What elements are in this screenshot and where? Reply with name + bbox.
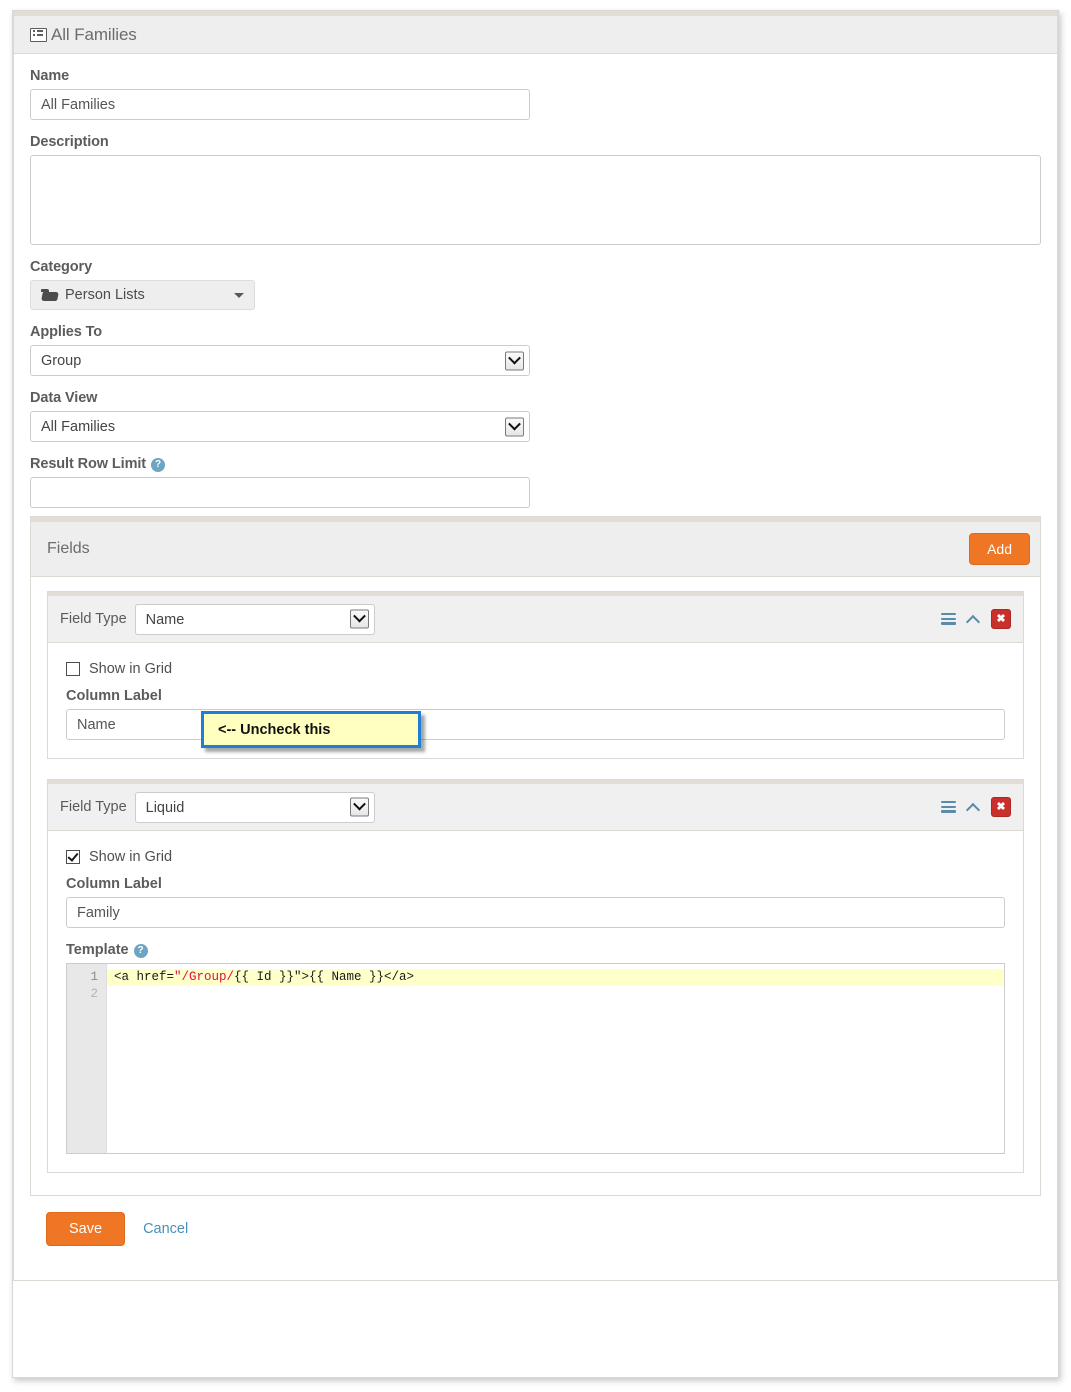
line-number: 2 (67, 986, 106, 1003)
code-token-string: "/Group/ (174, 970, 234, 984)
fields-panel-body: Field Type Name ✖ (31, 577, 1040, 1195)
page-title: All Families (30, 25, 137, 45)
show-in-grid-row: Show in Grid (66, 659, 1005, 679)
chevron-down-icon (350, 610, 369, 629)
chevron-up-icon[interactable] (967, 801, 980, 814)
panel-body: Name Description Category Person Lists (14, 54, 1057, 1280)
panel-heading: All Families (14, 16, 1057, 54)
fields-panel: Fields Add Field Type Name (30, 516, 1041, 1196)
name-label: Name (30, 68, 1041, 84)
code-gutter: 1 2 (67, 964, 107, 1153)
result-row-limit-input[interactable] (30, 477, 530, 508)
applies-to-form-group: Applies To Group (30, 324, 1041, 376)
result-row-limit-label: Result Row Limit? (30, 456, 1041, 472)
field-widget-actions: ✖ (941, 609, 1011, 629)
data-view-select[interactable]: All Families (30, 411, 530, 442)
show-in-grid-checkbox[interactable] (66, 850, 80, 864)
field-widget-header: Field Type Name ✖ (48, 596, 1023, 643)
field-type-label: Field Type (60, 799, 127, 815)
add-field-button[interactable]: Add (969, 533, 1030, 565)
show-in-grid-label: Show in Grid (89, 661, 172, 677)
name-form-group: Name (30, 68, 1041, 120)
category-value: Person Lists (65, 287, 145, 303)
save-button[interactable]: Save (46, 1212, 125, 1246)
fields-panel-heading: Fields Add (31, 522, 1040, 577)
delete-field-button[interactable]: ✖ (991, 797, 1011, 817)
field-widget-body: Show in Grid Column Label (48, 643, 1023, 758)
show-in-grid-label: Show in Grid (89, 849, 172, 865)
description-form-group: Description (30, 134, 1041, 245)
data-view-value: All Families (30, 411, 530, 442)
category-form-group: Category Person Lists (30, 259, 1041, 310)
category-picker-button[interactable]: Person Lists (30, 280, 255, 310)
chevron-down-icon (505, 351, 524, 370)
main-panel: All Families Name Description Category (13, 11, 1058, 1281)
applies-to-select[interactable]: Group (30, 345, 530, 376)
field-widget-liquid: Field Type Liquid ✖ (47, 779, 1024, 1173)
page-frame: All Families Name Description Category (12, 10, 1059, 1378)
field-type-value: Liquid (135, 792, 375, 823)
code-token: {{ Id }}">{{ Name }}</a> (234, 970, 414, 984)
field-type-select[interactable]: Name (135, 604, 375, 635)
show-in-grid-checkbox[interactable] (66, 662, 80, 676)
folder-open-icon (41, 289, 57, 301)
help-icon[interactable]: ? (134, 944, 148, 958)
column-label-label: Column Label (66, 876, 1005, 892)
delete-field-button[interactable]: ✖ (991, 609, 1011, 629)
fields-panel-title: Fields (47, 540, 90, 558)
help-icon[interactable]: ? (151, 458, 165, 472)
page-title-text: All Families (51, 25, 137, 45)
field-widget-name: Field Type Name ✖ (47, 591, 1024, 759)
field-widget-actions: ✖ (941, 797, 1011, 817)
column-label-label: Column Label (66, 688, 1005, 704)
description-textarea[interactable] (30, 155, 1041, 245)
result-row-limit-form-group: Result Row Limit? (30, 456, 1041, 508)
list-icon (30, 28, 47, 42)
applies-to-value: Group (30, 345, 530, 376)
caret-down-icon (234, 293, 244, 298)
field-type-label: Field Type (60, 611, 127, 627)
template-label: Template? (66, 942, 1005, 958)
applies-to-label: Applies To (30, 324, 1041, 340)
code-line: <a href="/Group/{{ Id }}">{{ Name }}</a> (107, 969, 1004, 986)
cancel-button[interactable]: Cancel (143, 1221, 188, 1237)
field-type-value: Name (135, 604, 375, 635)
chevron-up-icon[interactable] (967, 613, 980, 626)
column-label-input[interactable] (66, 897, 1005, 928)
data-view-form-group: Data View All Families (30, 390, 1041, 442)
field-type-select[interactable]: Liquid (135, 792, 375, 823)
field-widget-body: Show in Grid Column Label Template? 1 2 (48, 831, 1023, 1172)
form-actions: Save Cancel (30, 1196, 1041, 1264)
chevron-down-icon (505, 417, 524, 436)
reorder-icon[interactable] (941, 801, 956, 813)
result-row-limit-label-text: Result Row Limit (30, 456, 146, 472)
chevron-down-icon (350, 798, 369, 817)
reorder-icon[interactable] (941, 613, 956, 625)
code-lines[interactable]: <a href="/Group/{{ Id }}">{{ Name }}</a> (107, 964, 1004, 1153)
description-label: Description (30, 134, 1041, 150)
code-line (107, 986, 1004, 1003)
template-label-text: Template (66, 942, 129, 958)
name-input[interactable] (30, 89, 530, 120)
code-token: <a href= (114, 970, 174, 984)
category-label: Category (30, 259, 1041, 275)
template-code-editor[interactable]: 1 2 <a href="/Group/{{ Id }}">{{ Name }}… (66, 963, 1005, 1154)
show-in-grid-row: Show in Grid (66, 847, 1005, 867)
field-widget-header: Field Type Liquid ✖ (48, 784, 1023, 831)
data-view-label: Data View (30, 390, 1041, 406)
line-number: 1 (67, 969, 106, 986)
annotation-callout: <-- Uncheck this (201, 711, 421, 748)
